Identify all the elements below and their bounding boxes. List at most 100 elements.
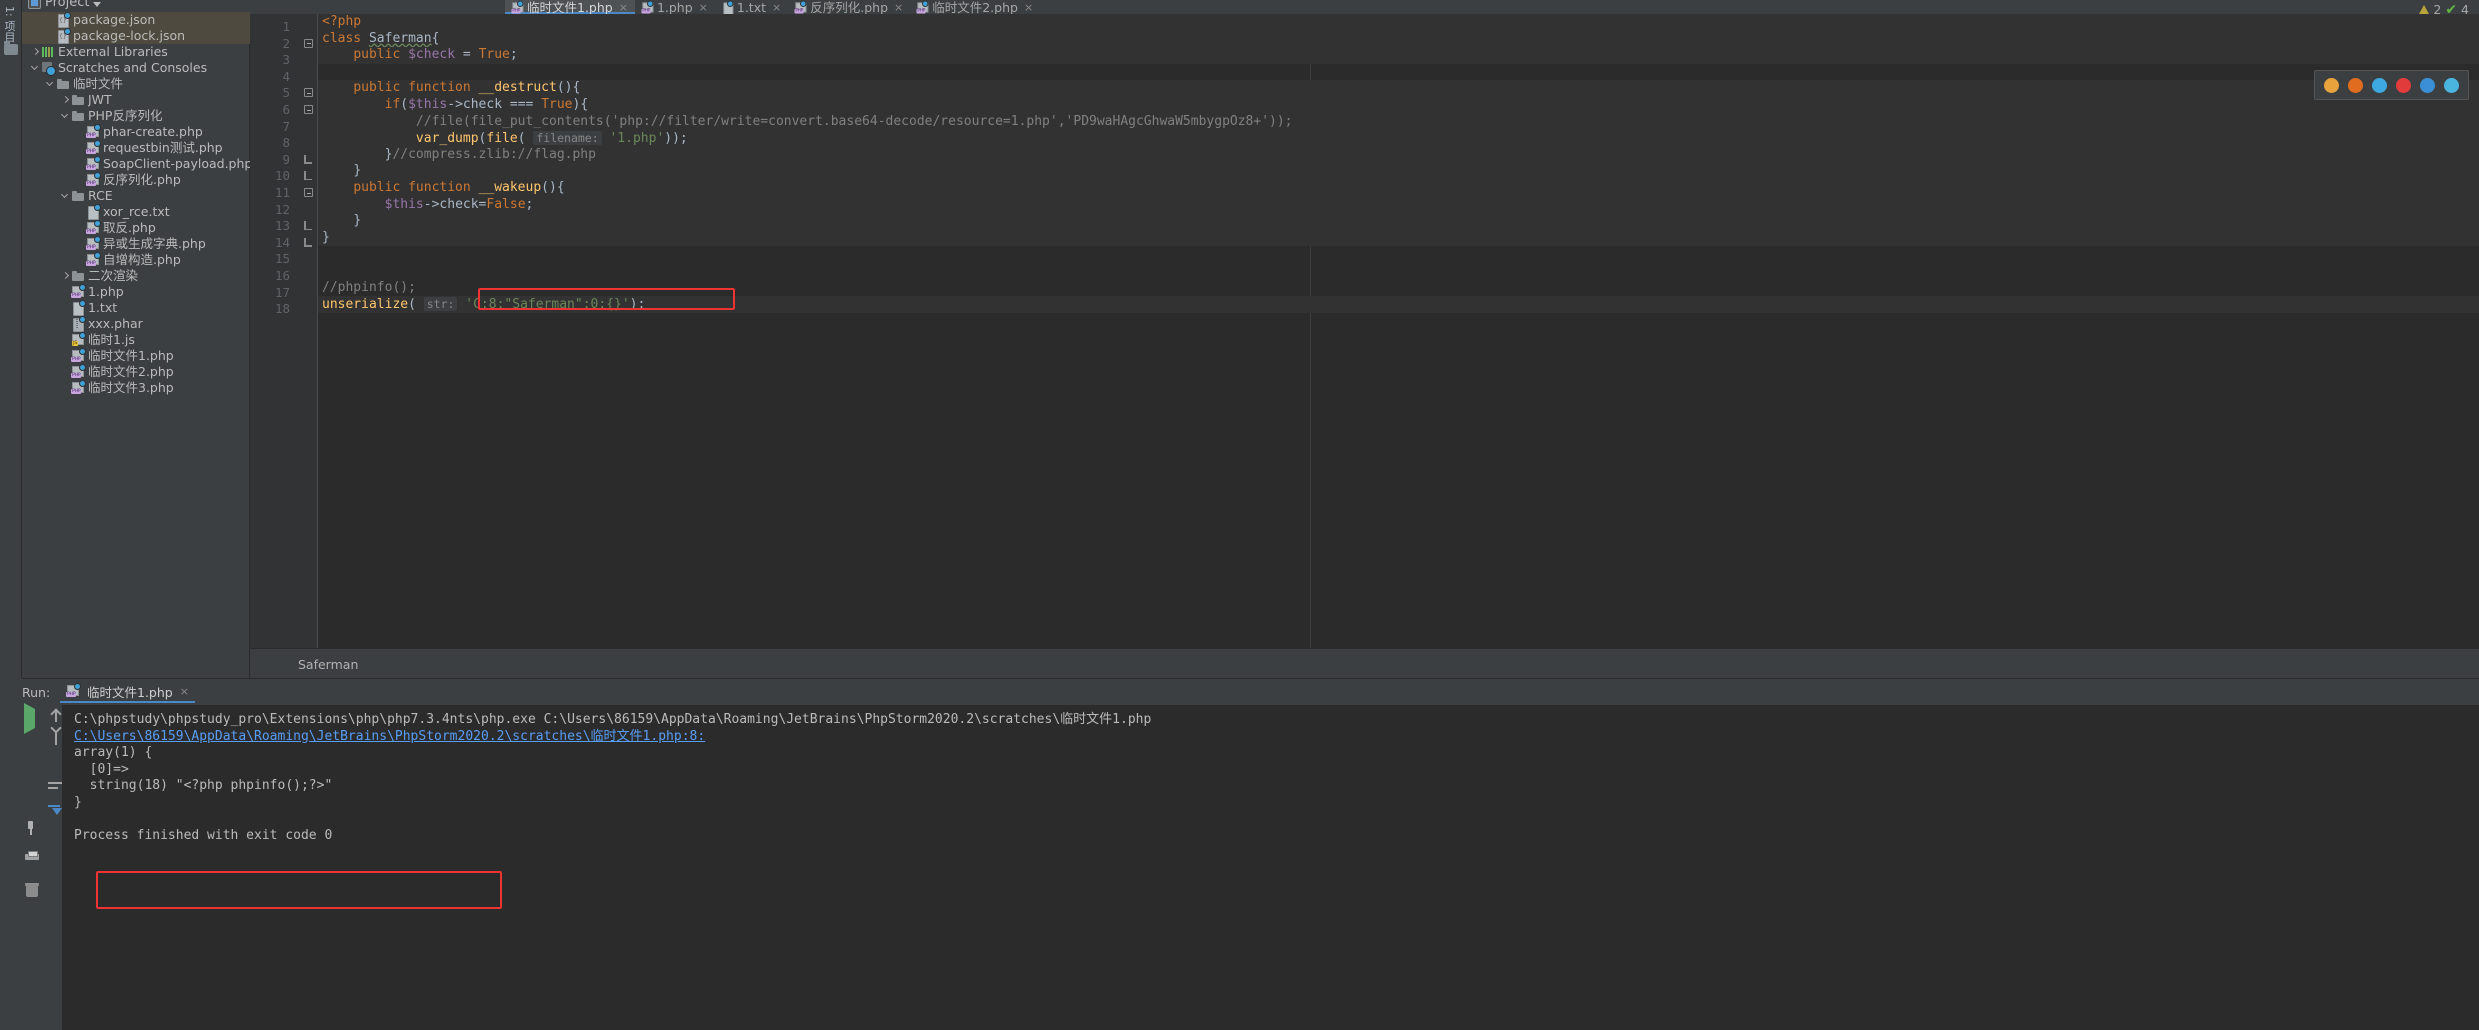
chevron-down-icon[interactable] xyxy=(30,60,41,76)
code-line-3[interactable]: public $check = True; xyxy=(318,47,2479,64)
editor-tab-2[interactable]: 1.txt × xyxy=(715,0,788,14)
tree-item-11[interactable]: RCE xyxy=(22,188,250,204)
fold-end-icon[interactable] xyxy=(304,221,313,231)
fold-end-icon[interactable] xyxy=(304,237,313,247)
chevron-down-icon[interactable] xyxy=(93,1,102,7)
code-line-11[interactable]: public function __wakeup(){ xyxy=(318,179,2479,197)
code-line-9[interactable]: }//compress.zlib://flag.php xyxy=(318,146,2479,164)
chevron-down-icon[interactable] xyxy=(45,76,56,92)
fold-end-icon[interactable] xyxy=(304,171,313,181)
tree-item-7[interactable]: phar-create.php xyxy=(22,124,250,140)
code-line-15[interactable] xyxy=(318,246,2479,263)
editor-tab-1[interactable]: 1.php × xyxy=(635,0,715,14)
editor-tab-0[interactable]: 临时文件1.php × xyxy=(505,0,635,14)
project-title-wrap[interactable]: Project xyxy=(28,0,102,10)
project-file-tree[interactable]: package.jsonpackage-lock.jsonExternal Li… xyxy=(22,12,250,396)
tree-item-5[interactable]: JWT xyxy=(22,92,250,108)
line-number: 8 xyxy=(282,135,290,151)
run-toolbar[interactable] xyxy=(18,703,62,1030)
close-icon[interactable]: × xyxy=(699,2,708,13)
firefox-icon[interactable] xyxy=(2348,77,2363,93)
tree-item-9[interactable]: SoapClient-payload.php xyxy=(22,156,250,172)
inspection-status-widget[interactable]: 2 ✔ 4 xyxy=(2419,2,2469,17)
code-line-16[interactable] xyxy=(318,263,2479,280)
code-line-13[interactable]: } xyxy=(318,213,2479,230)
code-line-17[interactable]: //phpinfo(); xyxy=(318,280,2479,297)
tree-item-0[interactable]: package.json xyxy=(22,12,250,28)
tree-item-8[interactable]: requestbin测试.php xyxy=(22,140,250,156)
code-line-6[interactable]: if($this->check === True){ xyxy=(318,96,2479,114)
fold-collapse-icon[interactable] xyxy=(304,88,313,98)
console-output[interactable]: C:\phpstudy\phpstudy_pro\Extensions\php\… xyxy=(62,705,2479,1030)
tree-item-22[interactable]: 临时文件2.php xyxy=(22,364,250,380)
close-icon[interactable]: × xyxy=(894,2,903,13)
tree-item-10[interactable]: 反序列化.php xyxy=(22,172,250,188)
code-line-2[interactable]: class Saferman{ xyxy=(318,30,2479,48)
chrome-icon[interactable] xyxy=(2324,77,2339,93)
tree-item-14[interactable]: 异或生成字典.php xyxy=(22,236,250,252)
fold-end-icon[interactable] xyxy=(304,154,313,164)
close-icon[interactable]: × xyxy=(1024,2,1033,13)
tree-item-20[interactable]: 临时1.js xyxy=(22,332,250,348)
code-line-4[interactable] xyxy=(318,64,2479,81)
breadcrumb[interactable]: Saferman xyxy=(298,657,358,672)
browser-launch-bar[interactable] xyxy=(2314,70,2469,100)
close-icon[interactable]: × xyxy=(180,685,189,698)
code-content[interactable]: <?php class Saferman{ public $check = Tru… xyxy=(318,14,2479,648)
code-line-7[interactable]: //file(file_put_contents('php://filter/w… xyxy=(318,113,2479,131)
chevron-right-icon[interactable] xyxy=(60,268,71,284)
tree-item-6[interactable]: PHP反序列化 xyxy=(22,108,250,124)
fold-collapse-icon[interactable] xyxy=(304,105,313,114)
tree-item-21[interactable]: 临时文件1.php xyxy=(22,348,250,364)
structure-tool-icon[interactable] xyxy=(4,41,18,55)
safari-icon[interactable] xyxy=(2444,77,2459,93)
chevron-down-icon[interactable] xyxy=(60,108,71,124)
editor-gutter[interactable]: 1 2 3 4 5 6 7 8 9 10 11 12 13 14 15 16 17 18 xyxy=(250,14,296,648)
code-line-18[interactable]: unserialize( str: 'C:8:"Saferman":0:{}')… xyxy=(318,296,2479,313)
tree-item-12[interactable]: xor_rce.txt xyxy=(22,204,250,220)
code-line-14[interactable]: } xyxy=(318,229,2479,247)
code-line-1[interactable]: <?php xyxy=(318,14,2479,31)
edge-icon[interactable] xyxy=(2372,77,2387,93)
print-button[interactable] xyxy=(25,851,47,873)
clear-all-button[interactable] xyxy=(26,883,48,905)
tree-item-3[interactable]: Scratches and Consoles xyxy=(22,60,250,76)
editor-tab-3[interactable]: 反序列化.php × xyxy=(788,0,910,14)
editor-tab-bar[interactable]: 临时文件1.php×1.php×1.txt×反序列化.php×临时文件2.php… xyxy=(250,0,2479,14)
editor-fold-column[interactable] xyxy=(296,14,318,648)
run-tab[interactable]: 临时文件1.php × xyxy=(60,679,195,703)
code-line-10[interactable]: } xyxy=(318,163,2479,180)
code-line-8[interactable]: var_dump(file( filename: '1.php')); xyxy=(318,130,2479,147)
rerun-button[interactable] xyxy=(24,703,46,734)
layout-button[interactable] xyxy=(24,781,46,803)
tree-item-18[interactable]: 1.txt xyxy=(22,300,250,316)
chevron-right-icon[interactable] xyxy=(60,92,71,108)
close-icon[interactable]: × xyxy=(772,2,781,13)
stop-button[interactable] xyxy=(26,747,48,769)
code-line-12[interactable]: $this->check=False; xyxy=(318,196,2479,214)
project-tool-window-button[interactable]: 1: 项目 xyxy=(1,6,17,42)
opera-icon[interactable] xyxy=(2396,77,2411,93)
tree-item-13[interactable]: 取反.php xyxy=(22,220,250,236)
code-line-5[interactable]: public function __destruct(){ xyxy=(318,80,2479,97)
chevron-right-icon[interactable] xyxy=(30,44,41,60)
ie-icon[interactable] xyxy=(2420,77,2435,93)
tree-item-1[interactable]: package-lock.json xyxy=(22,28,250,44)
tree-item-4[interactable]: 临时文件 xyxy=(22,76,250,92)
tree-item-2[interactable]: External Libraries xyxy=(22,44,250,60)
pin-tab-button[interactable] xyxy=(24,821,46,843)
console-link-line[interactable]: C:\Users\86159\AppData\Roaming\JetBrains… xyxy=(74,729,2479,746)
fold-collapse-icon[interactable] xyxy=(304,188,313,197)
tree-item-15[interactable]: 自增构造.php xyxy=(22,252,250,268)
tree-item-17[interactable]: 1.php xyxy=(22,284,250,300)
console-file-link[interactable]: C:\Users\86159\AppData\Roaming\JetBrains… xyxy=(74,729,705,744)
chevron-down-icon[interactable] xyxy=(60,188,71,204)
tree-item-16[interactable]: 二次渲染 xyxy=(22,268,250,284)
fold-collapse-icon[interactable] xyxy=(304,38,313,48)
tree-item-19[interactable]: xxx.phar xyxy=(22,316,250,332)
tree-item-23[interactable]: 临时文件3.php xyxy=(22,380,250,396)
close-icon[interactable]: × xyxy=(619,2,628,13)
editor-tab-4[interactable]: 临时文件2.php × xyxy=(910,0,1040,14)
